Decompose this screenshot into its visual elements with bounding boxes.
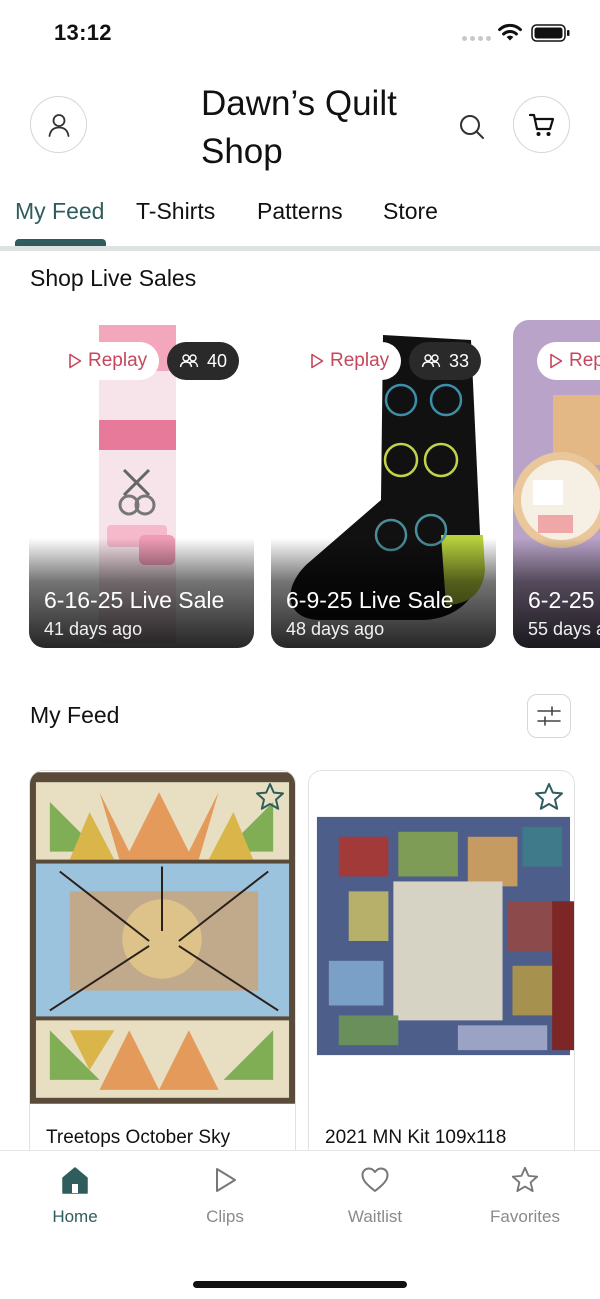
viewers-badge: 33 xyxy=(409,342,482,380)
tabs-divider xyxy=(0,246,600,251)
replay-label: Replay xyxy=(330,350,390,371)
nav-waitlist-label: Waitlist xyxy=(347,1207,403,1226)
live-sale-card[interactable]: Replay 33 6-9-25 Live Sale 48 days ago xyxy=(271,320,496,648)
replay-label: Replay xyxy=(88,350,148,371)
cart-button[interactable] xyxy=(513,96,570,153)
search-button[interactable] xyxy=(455,110,489,144)
star-icon xyxy=(511,1166,539,1192)
play-icon xyxy=(216,1168,236,1192)
feed-item-card[interactable]: Treetops October Sky xyxy=(29,770,296,1170)
quilt-image-treetops xyxy=(30,772,295,1104)
cellular-signal-icon xyxy=(462,36,491,41)
home-icon xyxy=(62,1167,88,1194)
wifi-icon xyxy=(498,23,522,41)
replay-badge[interactable]: Replay xyxy=(537,342,600,380)
play-icon xyxy=(311,353,324,369)
battery-icon xyxy=(531,24,570,42)
active-tab-indicator xyxy=(15,239,106,246)
feed-item-title: 2021 MN Kit 109x118 xyxy=(325,1127,507,1148)
tab-patterns[interactable]: Patterns xyxy=(257,198,343,225)
feed-item-title: Treetops October Sky xyxy=(46,1127,231,1148)
viewers-icon xyxy=(179,354,199,368)
nav-clips[interactable]: Clips xyxy=(170,1165,280,1227)
category-tabs: My Feed T-Shirts Patterns Store xyxy=(0,184,600,252)
play-icon xyxy=(69,353,82,369)
live-sale-age: 55 days ago xyxy=(528,619,600,639)
live-sale-age: 48 days ago xyxy=(286,619,385,639)
viewers-count: 33 xyxy=(449,350,470,371)
viewers-badge: 40 xyxy=(167,342,240,380)
live-sale-card[interactable]: Replay 40 6-16-25 Live Sale 41 days ago xyxy=(29,320,254,648)
viewers-count: 40 xyxy=(207,350,228,371)
live-sales-heading: Shop Live Sales xyxy=(30,265,197,291)
page-title: Dawn’s Quilt Shop xyxy=(201,84,397,171)
nav-home-label: Home xyxy=(52,1207,98,1226)
star-icon xyxy=(535,783,563,810)
feed-heading: My Feed xyxy=(30,702,120,728)
feed-item-card[interactable]: 2021 MN Kit 109x118 xyxy=(308,770,575,1170)
replay-badge[interactable]: Replay xyxy=(56,342,160,380)
app-header: Dawn’s Quilt Shop xyxy=(0,66,600,184)
nav-waitlist[interactable]: Waitlist xyxy=(320,1165,430,1227)
tab-t-shirts[interactable]: T-Shirts xyxy=(136,198,215,225)
heart-icon xyxy=(361,1167,389,1192)
live-sale-name: 6-9-25 Live Sale xyxy=(286,587,454,613)
favorite-button[interactable] xyxy=(252,779,288,815)
sliders-icon xyxy=(537,706,561,726)
cart-icon xyxy=(528,113,554,136)
status-bar: 13:12 xyxy=(0,0,600,66)
tab-my-feed[interactable]: My Feed xyxy=(15,198,104,225)
status-time: 13:12 xyxy=(54,20,112,45)
live-sale-name: 6-2-25 Live Sale xyxy=(528,587,600,613)
tab-store[interactable]: Store xyxy=(383,198,438,225)
home-indicator xyxy=(193,1281,407,1288)
replay-label: Replay xyxy=(569,350,600,371)
live-sales-carousel[interactable]: Replay 40 6-16-25 Live Sale 41 days ago xyxy=(0,320,600,650)
live-sale-age: 41 days ago xyxy=(44,619,143,639)
search-icon xyxy=(460,115,484,139)
nav-favorites[interactable]: Favorites xyxy=(470,1165,580,1227)
nav-clips-label: Clips xyxy=(206,1207,244,1226)
replay-badge[interactable]: Replay xyxy=(298,342,402,380)
filter-button[interactable] xyxy=(527,694,571,738)
quilt-image-minnesota xyxy=(309,772,574,1104)
viewers-icon xyxy=(421,354,441,368)
user-icon xyxy=(48,113,69,137)
nav-favorites-label: Favorites xyxy=(490,1207,560,1226)
nav-home[interactable]: Home xyxy=(20,1165,130,1227)
star-icon xyxy=(256,783,284,810)
profile-button[interactable] xyxy=(30,96,87,153)
live-sale-name: 6-16-25 Live Sale xyxy=(44,587,225,613)
live-sale-card[interactable]: Replay 6-2-25 Live Sale 55 days ago xyxy=(513,320,600,648)
favorite-button[interactable] xyxy=(531,779,567,815)
play-icon xyxy=(550,353,563,369)
bottom-nav: Home Clips Waitlist Favorites xyxy=(0,1150,600,1299)
